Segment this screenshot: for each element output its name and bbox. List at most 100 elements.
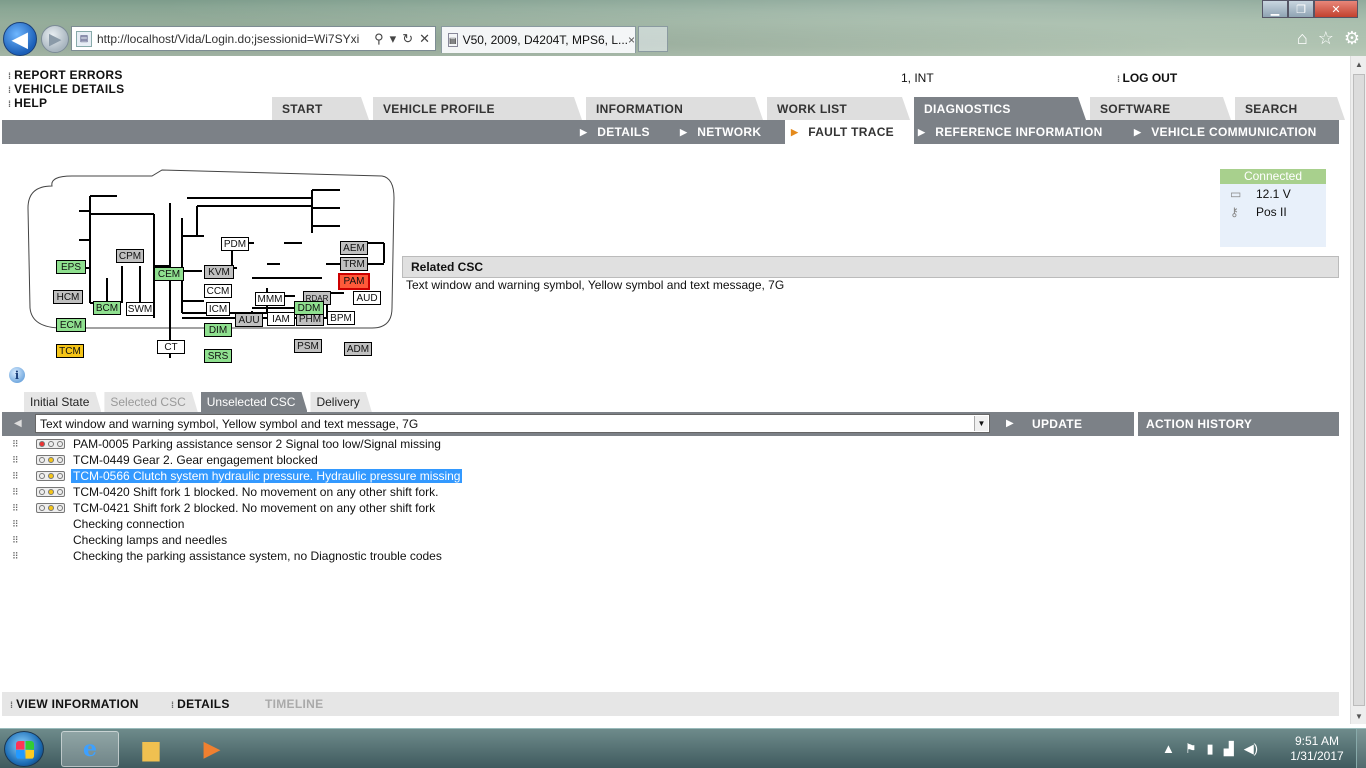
- refresh-icon[interactable]: ↻: [402, 31, 413, 47]
- csc-filter-select[interactable]: Text window and warning symbol, Yellow s…: [35, 414, 990, 433]
- forward-button[interactable]: ▶: [41, 25, 69, 53]
- list-item[interactable]: ⠿ TCM-0566 Clutch system hydraulic press…: [10, 468, 463, 484]
- maximize-button[interactable]: ❐: [1288, 0, 1314, 18]
- settings-gear-icon[interactable]: ⚙: [1344, 28, 1360, 49]
- vehicle-details-link[interactable]: VEHICLE DETAILS: [8, 83, 124, 97]
- ecu-dim[interactable]: DIM: [204, 323, 232, 337]
- tab-search[interactable]: SEARCH: [1235, 97, 1345, 120]
- tab-selected-csc[interactable]: Selected CSC: [104, 392, 197, 412]
- list-item[interactable]: ⠿ Checking the parking assistance system…: [10, 548, 462, 564]
- view-information-button[interactable]: ⁞ VIEW INFORMATION: [10, 697, 139, 711]
- ecu-ct[interactable]: CT: [157, 340, 185, 354]
- clock[interactable]: 9:51 AM 1/31/2017: [1284, 734, 1350, 764]
- drag-handle-icon[interactable]: ⠿: [10, 471, 36, 482]
- stop-icon[interactable]: ✕: [419, 31, 430, 47]
- drag-handle-icon[interactable]: ⠿: [10, 519, 36, 530]
- ecu-cpm[interactable]: CPM: [116, 249, 144, 263]
- page-scrollbar[interactable]: ▲ ▼: [1350, 56, 1366, 724]
- ecu-bcm[interactable]: BCM: [93, 301, 121, 315]
- list-item[interactable]: ⠿ Checking connection: [10, 516, 462, 532]
- list-item[interactable]: ⠿ TCM-0421 Shift fork 2 blocked. No move…: [10, 500, 462, 516]
- ecu-kvm[interactable]: KVM: [204, 265, 234, 279]
- ecu-bpm[interactable]: BPM: [327, 311, 355, 325]
- address-bar[interactable]: ▤ http://localhost/Vida/Login.do;jsessio…: [71, 26, 436, 51]
- list-item[interactable]: ⠿ TCM-0420 Shift fork 1 blocked. No move…: [10, 484, 462, 500]
- address-url[interactable]: http://localhost/Vida/Login.do;jsessioni…: [97, 32, 369, 46]
- favorites-star-icon[interactable]: ☆: [1318, 28, 1334, 49]
- subtab-vehicle-communication[interactable]: ▶ VEHICLE COMMUNICATION: [1134, 120, 1317, 144]
- tab-initial-state[interactable]: Initial State: [24, 392, 101, 412]
- timeline-button[interactable]: TIMELINE: [265, 697, 323, 711]
- ecu-hcm[interactable]: HCM: [53, 290, 83, 304]
- volume-icon[interactable]: ◀): [1244, 741, 1258, 757]
- logout-link[interactable]: LOG OUT: [1117, 71, 1178, 85]
- network-icon[interactable]: ▟: [1224, 741, 1234, 757]
- ecu-tcm[interactable]: TCM: [56, 344, 84, 358]
- battery-tray-icon[interactable]: ▮: [1207, 741, 1214, 757]
- ecu-mmm[interactable]: MMM: [255, 292, 285, 306]
- list-item[interactable]: ⠿ PAM-0005 Parking assistance sensor 2 S…: [10, 436, 462, 452]
- ecu-ddm[interactable]: DDM: [294, 301, 324, 315]
- new-tab-button[interactable]: [638, 26, 668, 52]
- report-errors-link[interactable]: REPORT ERRORS: [8, 69, 124, 83]
- home-icon[interactable]: ⌂: [1297, 28, 1308, 49]
- help-link[interactable]: HELP: [8, 97, 124, 111]
- ecu-aud[interactable]: AUD: [353, 291, 381, 305]
- right-triangle-icon[interactable]: ▶: [1006, 418, 1014, 429]
- tab-vehicle-profile[interactable]: VEHICLE PROFILE: [373, 97, 582, 120]
- scroll-up-icon[interactable]: ▲: [1351, 56, 1366, 72]
- subtab-details[interactable]: ▶ DETAILS: [580, 120, 650, 144]
- drag-handle-icon[interactable]: ⠿: [10, 455, 36, 466]
- chevron-down-icon[interactable]: ▼: [974, 416, 988, 431]
- tab-information[interactable]: INFORMATION: [586, 97, 763, 120]
- search-icon[interactable]: ⚲: [374, 31, 384, 47]
- drag-handle-icon[interactable]: ⠿: [10, 503, 36, 514]
- file-explorer-taskbar-icon[interactable]: ▆: [122, 731, 180, 767]
- scroll-down-icon[interactable]: ▼: [1351, 708, 1366, 724]
- tab-close-icon[interactable]: ×: [628, 33, 635, 47]
- subtab-network[interactable]: ▶ NETWORK: [680, 120, 761, 144]
- tab-diagnostics[interactable]: DIAGNOSTICS: [914, 97, 1086, 120]
- tab-work-list[interactable]: WORK LIST: [767, 97, 910, 120]
- tab-start[interactable]: START: [272, 97, 369, 120]
- drag-handle-icon[interactable]: ⠿: [10, 487, 36, 498]
- minimize-button[interactable]: ▁: [1262, 0, 1288, 18]
- media-player-taskbar-icon[interactable]: ▶: [183, 731, 241, 767]
- action-center-flag-icon[interactable]: ⚑: [1185, 741, 1197, 757]
- ecu-pam[interactable]: PAM: [338, 273, 370, 290]
- ecu-trm[interactable]: TRM: [340, 257, 368, 271]
- ecu-aem[interactable]: AEM: [340, 241, 368, 255]
- ecu-eps[interactable]: EPS: [56, 260, 86, 274]
- drag-handle-icon[interactable]: ⠿: [10, 439, 36, 450]
- ecu-auu[interactable]: AUU: [235, 313, 263, 327]
- ecu-adm[interactable]: ADM: [344, 342, 372, 356]
- drag-handle-icon[interactable]: ⠿: [10, 535, 36, 546]
- window-close-button[interactable]: ✕: [1314, 0, 1358, 18]
- subtab-reference-information[interactable]: ▶ REFERENCE INFORMATION: [918, 120, 1103, 144]
- ecu-cem[interactable]: CEM: [154, 267, 184, 281]
- back-button[interactable]: ◀: [3, 22, 37, 56]
- show-desktop-button[interactable]: [1356, 729, 1366, 768]
- ecu-swm[interactable]: SWM: [126, 302, 154, 316]
- scrollbar-thumb[interactable]: [1353, 74, 1365, 706]
- tab-delivery[interactable]: Delivery: [310, 392, 371, 412]
- list-item[interactable]: ⠿ TCM-0449 Gear 2. Gear engagement block…: [10, 452, 462, 468]
- show-hidden-icons-icon[interactable]: ▲: [1162, 741, 1175, 757]
- ecu-pdm[interactable]: PDM: [221, 237, 249, 251]
- start-button[interactable]: [4, 731, 44, 767]
- ecu-ecm[interactable]: ECM: [56, 318, 86, 332]
- info-icon[interactable]: i: [9, 367, 25, 383]
- ecu-ccm[interactable]: CCM: [204, 284, 232, 298]
- ecu-icm[interactable]: ICM: [206, 302, 230, 316]
- dropdown-icon[interactable]: ▾: [390, 31, 397, 47]
- subtab-fault-trace[interactable]: ▶ FAULT TRACE: [785, 120, 914, 144]
- tab-unselected-csc[interactable]: Unselected CSC: [201, 392, 308, 412]
- details-button[interactable]: ⁞ DETAILS: [171, 697, 230, 711]
- internet-explorer-taskbar-icon[interactable]: e: [61, 731, 119, 767]
- list-item[interactable]: ⠿ Checking lamps and needles: [10, 532, 462, 548]
- tab-software[interactable]: SOFTWARE: [1090, 97, 1231, 120]
- action-history-button[interactable]: ACTION HISTORY: [1146, 417, 1252, 431]
- ecu-iam[interactable]: IAM: [267, 312, 295, 326]
- ecu-srs[interactable]: SRS: [204, 349, 232, 363]
- browser-tab[interactable]: ▤ V50, 2009, D4204T, MPS6, L... ×: [441, 26, 636, 53]
